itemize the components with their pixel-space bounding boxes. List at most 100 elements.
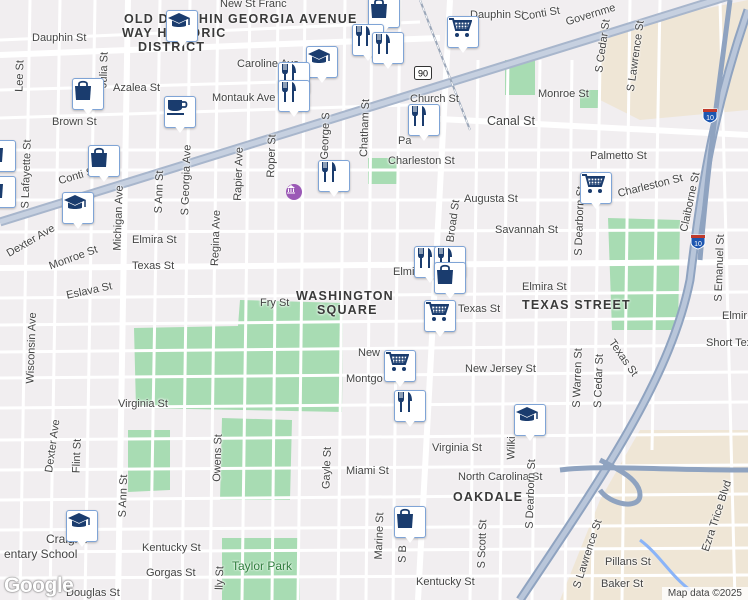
street-label: Chatham St (358, 98, 373, 158)
pin-tip (81, 106, 95, 115)
google-logo: Google (4, 574, 74, 597)
street-label: Elmi (393, 266, 415, 278)
poi-pin[interactable] (72, 78, 104, 120)
street-label: Miami St (346, 465, 389, 477)
street-label: Augusta St (464, 193, 518, 205)
us-90-text: 90 (418, 69, 428, 79)
museum-icon[interactable] (286, 184, 302, 200)
pin-tip (417, 132, 431, 141)
pin-tip (287, 108, 301, 117)
pin-tip (589, 200, 603, 209)
street-label: Palmetto St (590, 150, 647, 162)
poi-pin[interactable] (394, 506, 426, 548)
street-label: Baker St (601, 578, 644, 590)
pin-tip (315, 74, 329, 83)
street-label: S Lafayette St (19, 139, 34, 209)
street-label: Elmira St (522, 281, 567, 293)
street-label: S Cedar St (591, 353, 606, 409)
street-label: New (358, 347, 381, 359)
street-label: Marine St (372, 512, 387, 560)
street-label: Michigan Ave (111, 185, 126, 251)
street-label: Virginia St (118, 398, 168, 410)
pin-tip (327, 188, 341, 197)
poi-pin[interactable] (434, 262, 466, 304)
pin-tip (393, 378, 407, 387)
street-label: lly St (213, 565, 227, 591)
street-label: Montgo (346, 373, 383, 385)
street-label: Wisconsin Ave (24, 312, 39, 384)
street-label: Elmira St (132, 234, 177, 246)
pin-tip (97, 173, 111, 182)
pin-tip (173, 124, 187, 133)
street-label: Canal St (487, 114, 535, 128)
poi-pin[interactable] (318, 160, 350, 202)
street-label: Fry St (260, 297, 290, 309)
pin-tip (456, 44, 470, 53)
street-label: Kentucky St (142, 542, 201, 554)
poi-pin[interactable] (306, 46, 338, 88)
street-label: Douglas St (66, 587, 120, 599)
poi-pin[interactable] (580, 172, 612, 214)
i-10-text: 10 (694, 241, 702, 248)
pin-tip (433, 328, 447, 337)
neighborhood-oakdale-label: OAKDALE (453, 490, 524, 504)
i-10-text: 10 (706, 115, 714, 122)
pin-tip (175, 38, 189, 47)
poi-pin[interactable] (514, 404, 546, 446)
street-label: Roper St (264, 134, 279, 178)
taylor-park-label: Taylor Park (232, 559, 293, 573)
street-label: Montauk Ave (212, 92, 276, 104)
map-data-attribution[interactable]: Map data ©2025 (661, 587, 748, 600)
street-label: George S (318, 112, 333, 160)
poi-pin[interactable] (88, 145, 120, 187)
street-label: Pillans St (605, 556, 651, 568)
pin-tip (443, 290, 457, 299)
street-label: S Dearborn St (523, 458, 539, 530)
poi-pin-edge[interactable] (0, 176, 16, 218)
pin-tip (523, 432, 537, 441)
poi-pin[interactable] (408, 104, 440, 146)
poi-pin[interactable] (278, 80, 310, 122)
street-label: Charleston St (388, 155, 455, 167)
neighborhood-georgia-avenue-label: GEORGIA AVENUE (228, 12, 358, 26)
street-label: Monroe St (538, 88, 589, 100)
poi-pin[interactable] (62, 192, 94, 234)
street-label: Texas St (458, 303, 501, 315)
poi-pin[interactable] (66, 510, 98, 552)
neighborhood-washington-square-label: WASHINGTON (296, 289, 394, 303)
map-canvas[interactable]: OLD DAUPHIN GEORGIA AVENUE WAY HISTORIC … (0, 0, 748, 600)
street-label: S Ann St (116, 474, 131, 518)
street-label: S Emanuel St (712, 234, 727, 302)
street-label: New St Franc (220, 0, 287, 10)
street-label: Short Tex (706, 337, 748, 349)
street-label: Gayle St (320, 446, 334, 490)
poi-pin[interactable] (372, 32, 404, 74)
poi-pin[interactable] (424, 300, 456, 342)
pin-tip (75, 538, 89, 547)
street-label: Dauphin St (32, 32, 87, 44)
street-label: Virginia St (432, 442, 482, 454)
shopping-bag-icon (0, 140, 16, 172)
pin-tip (403, 418, 417, 427)
street-label: Owens St (211, 433, 225, 483)
street-label: S Scott St (475, 519, 490, 569)
street-label: Flint St (70, 438, 84, 474)
poi-pin[interactable] (384, 350, 416, 392)
street-label: Kentucky St (416, 576, 475, 588)
street-label: S Ann St (152, 170, 167, 214)
poi-pin[interactable] (394, 390, 426, 432)
street-label: Azalea St (113, 82, 161, 94)
poi-pin[interactable] (166, 10, 198, 52)
neighborhood-texas-street-label: TEXAS STREET (522, 298, 631, 312)
pin-tip (381, 60, 395, 69)
street-label: Savannah St (495, 224, 558, 236)
street-label: Texas St (132, 260, 175, 272)
street-label: S Warren St (570, 348, 585, 408)
poi-pin[interactable] (447, 16, 479, 58)
pin-tip (403, 534, 417, 543)
street-label: Rapier Ave (231, 147, 246, 201)
poi-pin[interactable] (164, 96, 196, 138)
street-label: Elmir (722, 310, 748, 322)
street-label: Regina Ave (209, 209, 224, 267)
street-label: Lee St (13, 59, 27, 93)
